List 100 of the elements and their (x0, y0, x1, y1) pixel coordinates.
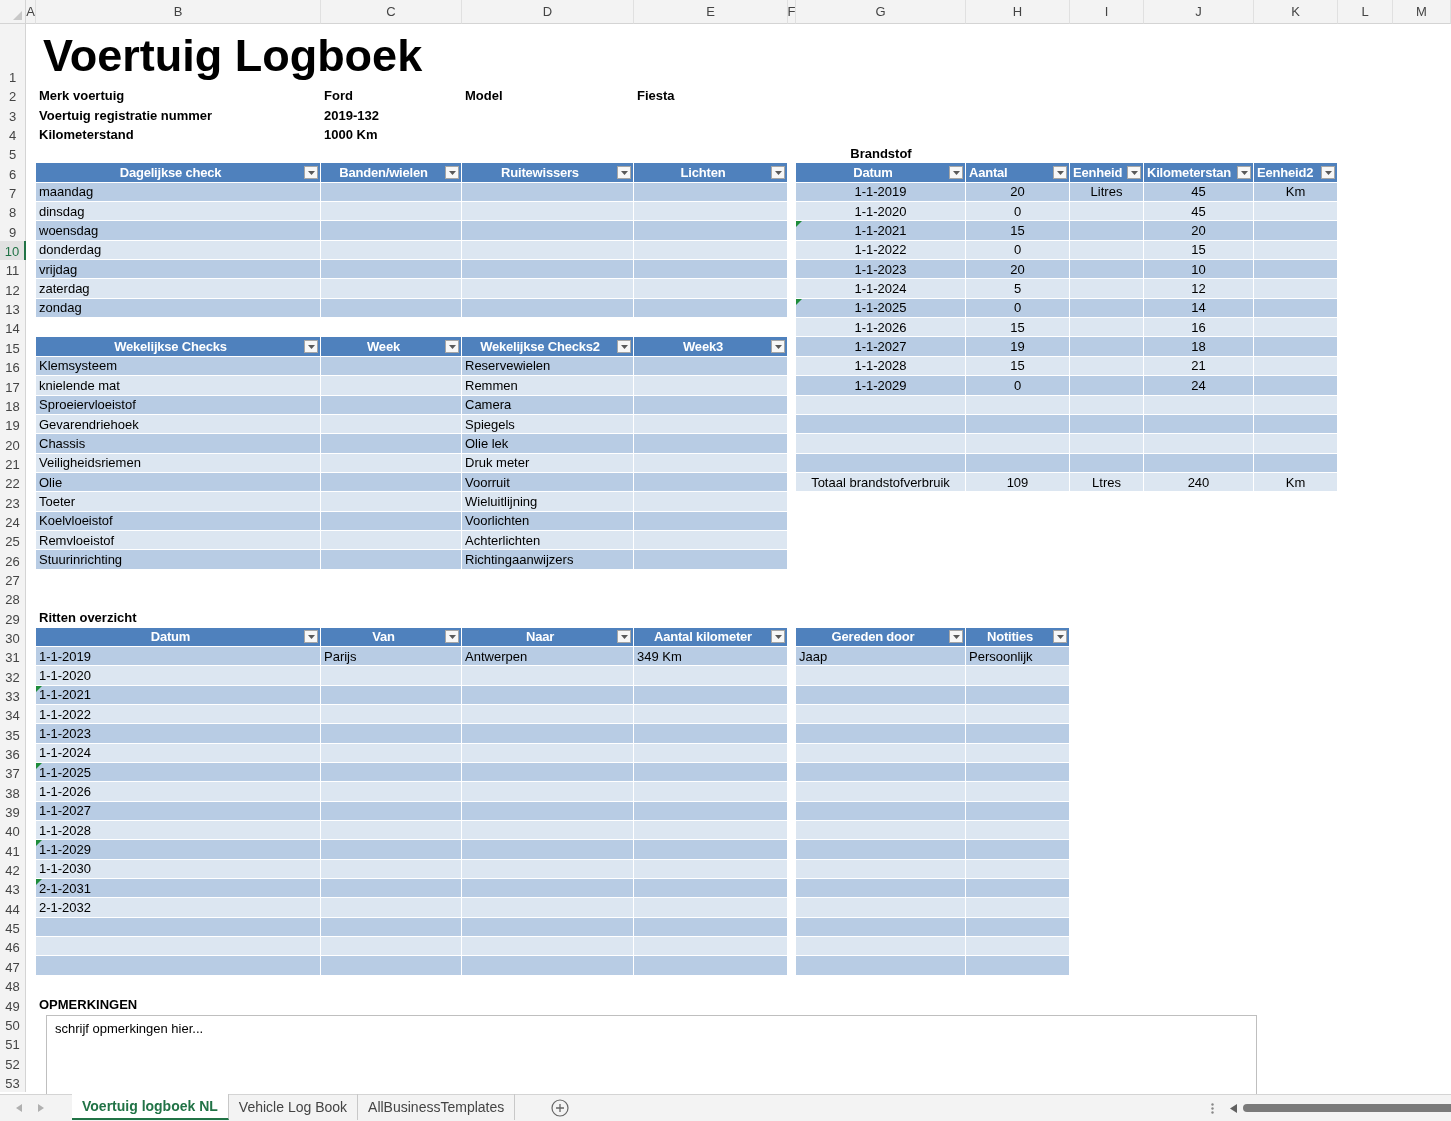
filter-dropdown-icon[interactable] (445, 340, 459, 354)
column-header[interactable]: K (1254, 0, 1338, 24)
filter-dropdown-icon[interactable] (617, 166, 631, 180)
table-cell: Voorlichten (462, 511, 634, 531)
row-number[interactable]: 28 (0, 588, 26, 609)
table-cell: woensdag (36, 221, 321, 241)
row-number[interactable]: 3 (0, 105, 26, 125)
filter-dropdown-icon[interactable] (949, 166, 963, 180)
row-number[interactable]: 34 (0, 705, 26, 725)
filter-dropdown-icon[interactable] (445, 630, 459, 644)
row-number[interactable]: 50 (0, 1014, 26, 1034)
filter-dropdown-icon[interactable] (1237, 166, 1251, 180)
filter-dropdown-icon[interactable] (304, 166, 318, 180)
row-number[interactable]: 52 (0, 1053, 26, 1073)
row-number[interactable]: 31 (0, 646, 26, 667)
row-number[interactable]: 43 (0, 879, 26, 899)
horizontal-scrollbar[interactable] (1243, 1104, 1451, 1112)
row-number[interactable]: 14 (0, 318, 26, 338)
header-label: Van (371, 629, 396, 645)
row-number[interactable]: 6 (0, 163, 26, 183)
row-number[interactable]: 20 (0, 434, 26, 454)
column-header[interactable]: M (1393, 0, 1451, 24)
row-number[interactable]: 19 (0, 414, 26, 435)
row-number[interactable]: 18 (0, 395, 26, 415)
row-number[interactable]: 40 (0, 821, 26, 841)
row-number[interactable]: 53 (0, 1072, 26, 1092)
row-number[interactable]: 48 (0, 975, 26, 996)
scroll-left-icon[interactable] (1230, 1103, 1237, 1113)
comment-box[interactable]: schrijf opmerkingen hier... (46, 1014, 1257, 1094)
filter-dropdown-icon[interactable] (949, 630, 963, 644)
row-number[interactable]: 24 (0, 511, 26, 531)
column-header[interactable]: J (1144, 0, 1254, 24)
row-number[interactable]: 16 (0, 356, 26, 377)
filter-dropdown-icon[interactable] (304, 340, 318, 354)
row-number[interactable]: 39 (0, 801, 26, 822)
filter-dropdown-icon[interactable] (1053, 630, 1067, 644)
column-header[interactable]: I (1070, 0, 1144, 24)
row-number[interactable]: 1 (0, 24, 26, 86)
row-number[interactable]: 22 (0, 472, 26, 493)
add-sheet-icon[interactable] (551, 1099, 570, 1117)
table-cell: 1-1-2019 (796, 182, 966, 203)
filter-dropdown-icon[interactable] (617, 340, 631, 354)
filter-dropdown-icon[interactable] (304, 630, 318, 644)
row-number[interactable]: 41 (0, 840, 26, 860)
row-number[interactable]: 36 (0, 743, 26, 764)
row-number[interactable]: 8 (0, 202, 26, 222)
row-number[interactable]: 49 (0, 995, 26, 1015)
column-header[interactable]: E (634, 0, 788, 24)
row-number[interactable]: 45 (0, 917, 26, 938)
table-cell: 1-1-2023 (796, 260, 966, 280)
table-cell: 0 (966, 298, 1070, 319)
filter-dropdown-icon[interactable] (1127, 166, 1141, 180)
row-number[interactable]: 27 (0, 569, 26, 589)
column-header[interactable]: G (796, 0, 966, 24)
row-number[interactable]: 7 (0, 182, 26, 203)
row-number[interactable]: 15 (0, 337, 26, 357)
row-number[interactable]: 13 (0, 298, 26, 319)
row-number[interactable]: 38 (0, 782, 26, 802)
row-number[interactable]: 5 (0, 144, 26, 164)
column-header[interactable]: B (36, 0, 321, 24)
row-number[interactable]: 33 (0, 685, 26, 705)
row-number[interactable]: 47 (0, 956, 26, 976)
row-number[interactable]: 44 (0, 898, 26, 918)
column-header[interactable]: L (1338, 0, 1393, 24)
filter-dropdown-icon[interactable] (445, 166, 459, 180)
filter-dropdown-icon[interactable] (771, 630, 785, 644)
row-number[interactable]: 26 (0, 550, 26, 570)
row-number[interactable]: 25 (0, 530, 26, 551)
row-number[interactable]: 29 (0, 608, 26, 628)
row-number[interactable]: 32 (0, 666, 26, 686)
column-header[interactable]: H (966, 0, 1070, 24)
filter-dropdown-icon[interactable] (1053, 166, 1067, 180)
row-number[interactable]: 10 (0, 240, 26, 261)
row-number[interactable]: 12 (0, 279, 26, 299)
table-cell: zondag (36, 298, 321, 319)
row-number[interactable]: 51 (0, 1033, 26, 1054)
filter-dropdown-icon[interactable] (617, 630, 631, 644)
row-number[interactable]: 21 (0, 453, 26, 473)
row-number[interactable]: 46 (0, 937, 26, 957)
row-number[interactable]: 42 (0, 859, 26, 880)
sheet-tab[interactable]: AllBusinessTemplates (358, 1094, 516, 1120)
table-cell: 349 Km (634, 646, 788, 667)
row-number[interactable]: 2 (0, 86, 26, 106)
sheet-tab[interactable]: Voertuig logboek NL (72, 1094, 229, 1120)
sheet-tab[interactable]: Vehicle Log Book (228, 1094, 359, 1120)
filter-dropdown-icon[interactable] (771, 340, 785, 354)
row-number[interactable]: 11 (0, 260, 26, 280)
more-options-icon[interactable] (1211, 1102, 1214, 1114)
row-number[interactable]: 23 (0, 492, 26, 512)
row-number[interactable]: 30 (0, 627, 26, 647)
row-number[interactable]: 37 (0, 763, 26, 783)
row-number[interactable]: 9 (0, 221, 26, 241)
filter-dropdown-icon[interactable] (771, 166, 785, 180)
row-number[interactable]: 4 (0, 124, 26, 145)
filter-dropdown-icon[interactable] (1321, 166, 1335, 180)
column-header[interactable]: C (321, 0, 462, 24)
table-cell: Gevarendriehoek (36, 414, 321, 435)
row-number[interactable]: 35 (0, 724, 26, 744)
row-number[interactable]: 17 (0, 376, 26, 396)
column-header[interactable]: D (462, 0, 634, 24)
